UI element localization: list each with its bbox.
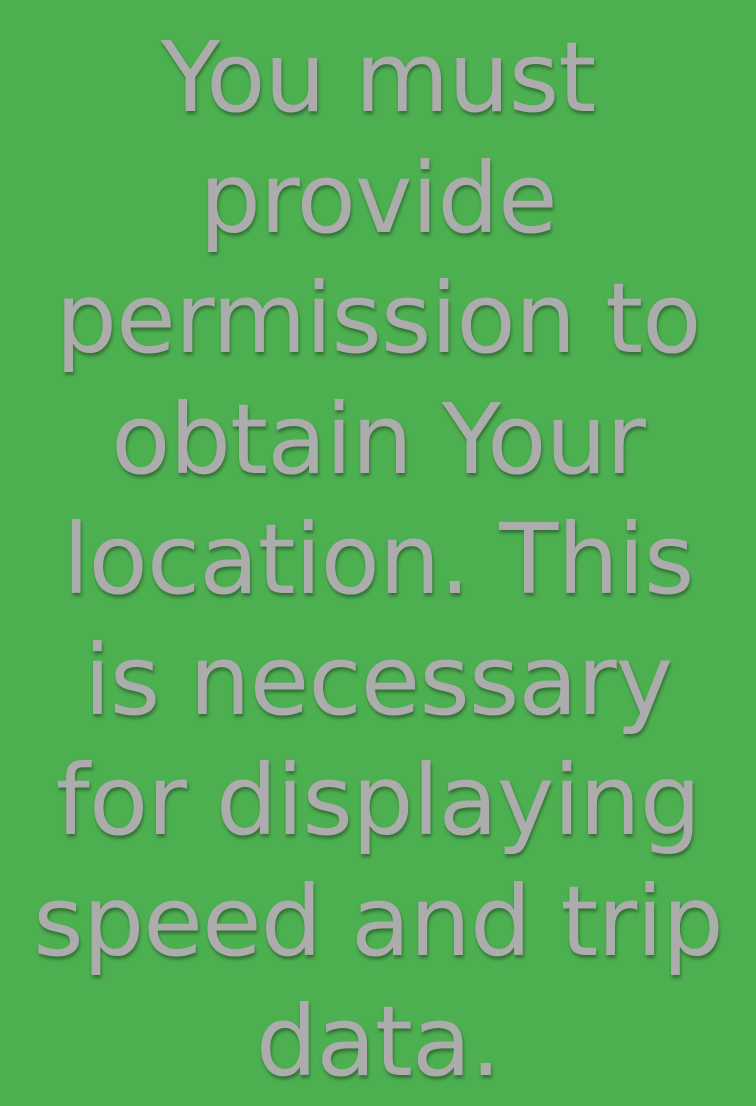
location-permission-message: You must provide permission to obtain Yo…: [33, 21, 724, 1098]
permission-screen: You must provide permission to obtain Yo…: [0, 0, 756, 1106]
